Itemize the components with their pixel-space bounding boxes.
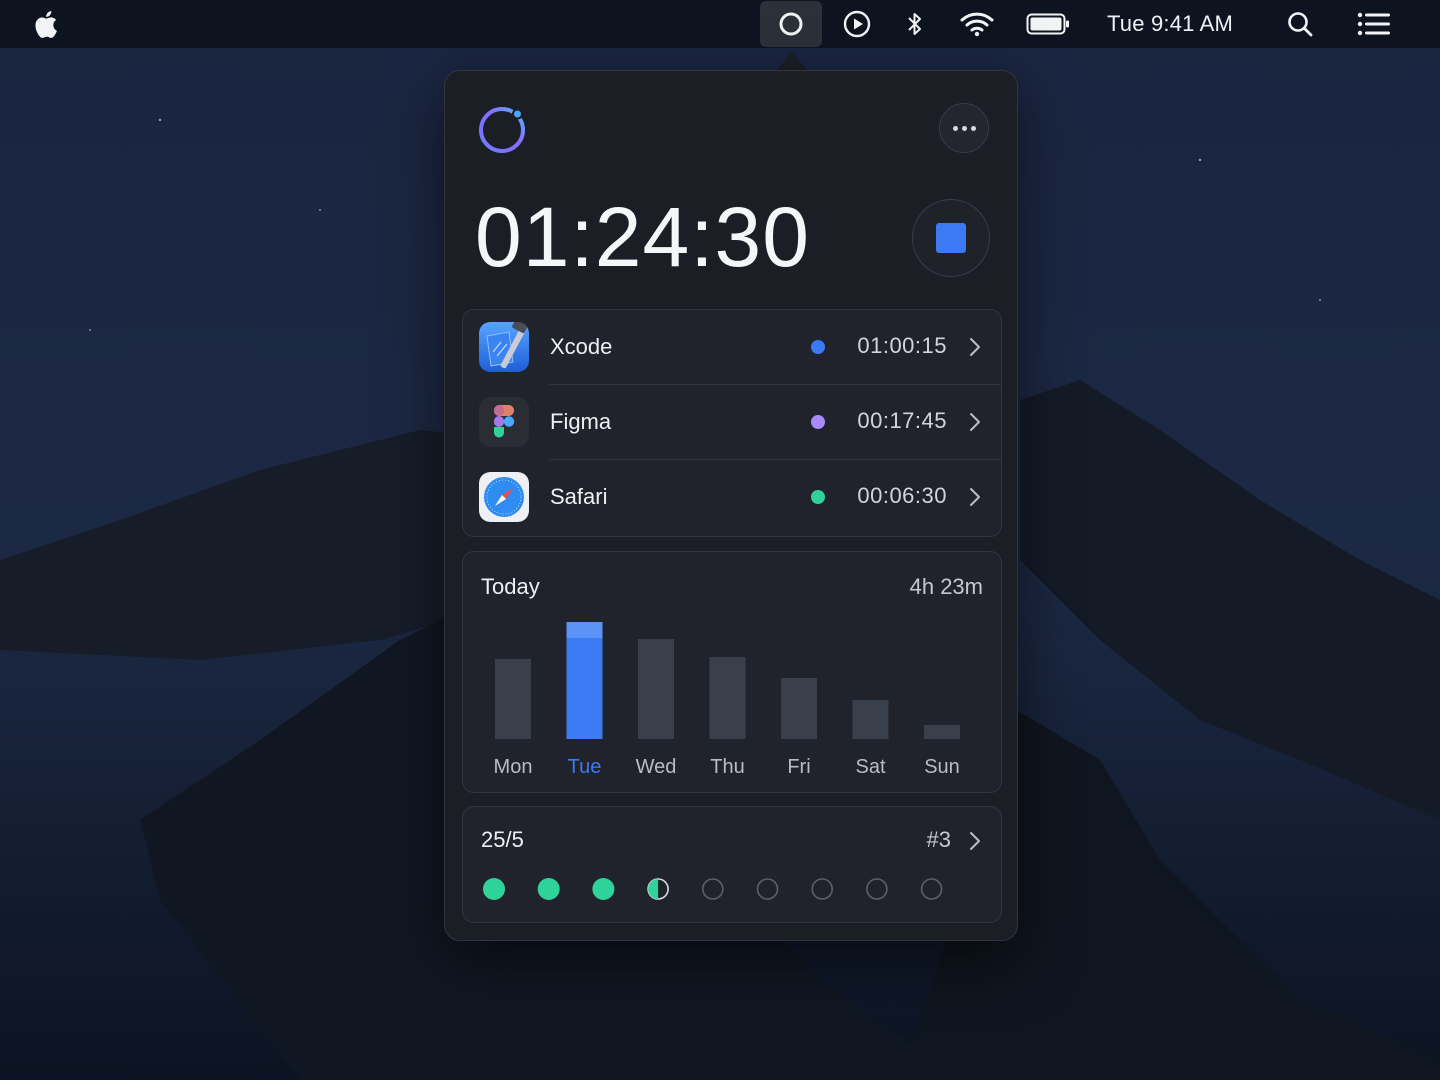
elapsed-timer: 01:24:30 [475,190,810,284]
day-label-wed: Wed [636,756,677,778]
bar-highlight-cap [566,622,603,638]
bar-mon[interactable] [495,659,531,739]
pomodoro-dot-half-fill [648,879,659,899]
app-color-dot [811,340,825,354]
stop-button[interactable] [912,199,990,277]
app-time: 00:17:45 [857,408,947,433]
bluetooth-icon[interactable] [900,0,930,48]
popover-caret [776,52,808,71]
menu-bar: Tue 9:41 AM [0,0,1440,48]
pomodoro-session: #3 [926,827,951,852]
day-label-tue: Tue [568,756,602,778]
pomodoro-dot-complete [537,878,560,900]
search-icon[interactable] [1284,0,1316,48]
app-time: 00:06:30 [857,483,947,508]
list-icon[interactable] [1356,0,1392,48]
safari-icon [479,472,529,522]
chevron-right-icon [969,831,981,856]
bar-fri[interactable] [781,678,817,739]
pomodoro-progress [483,878,943,900]
app-color-dot [811,490,825,504]
bar-thu[interactable] [709,657,746,739]
app-row-xcode[interactable]: Xcode 01:00:15 [463,310,1001,385]
day-label-mon: Mon [494,756,533,778]
day-label-sat: Sat [855,756,885,778]
pomodoro-dot-pending [866,878,888,900]
stop-icon [936,223,966,253]
app-color-dot [811,415,825,429]
apple-icon[interactable] [28,0,62,48]
app-logo-icon [475,101,531,162]
app-row-safari[interactable]: Safari 00:06:30 [463,460,1001,535]
app-time: 01:00:15 [857,333,947,358]
weekly-bar-chart: Mon Tue Wed Thu Fri Sat Sun [494,622,960,778]
timer-popover: 01:24:30 Xcode 01:00:15 Figma 00:17:45 S… [444,70,1018,941]
more-dot [952,125,958,131]
pomodoro-dot-complete [592,878,615,900]
figma-icon [479,397,529,447]
bar-tue[interactable] [566,622,603,739]
chevron-right-icon [969,412,981,437]
app-usage-list: Xcode 01:00:15 Figma 00:17:45 Safari 00:… [462,309,1002,537]
pomodoro-interval: 25/5 [481,827,524,852]
bar-wed[interactable] [638,639,674,739]
day-label-sun: Sun [924,756,960,778]
weekly-usage-card[interactable]: Today 4h 23m Mon Tue Wed Thu Fri Sat Sun [462,551,1002,793]
menu-bar-clock[interactable]: Tue 9:41 AM [1100,0,1240,48]
app-name: Safari [550,484,608,509]
more-dot [961,125,967,131]
battery-icon[interactable] [1024,0,1072,48]
chevron-right-icon [969,337,981,362]
play-circle-icon[interactable] [838,0,876,48]
xcode-icon [479,322,529,372]
bar-sun[interactable] [924,725,960,739]
more-options-button[interactable] [939,103,989,153]
pomodoro-dot-pending [756,878,779,900]
pomodoro-dot-pending [811,878,834,900]
app-name: Figma [550,409,612,434]
chevron-right-icon [969,487,981,512]
more-dot [970,125,976,131]
day-label-thu: Thu [710,756,744,778]
timer-app-icon[interactable] [760,1,822,47]
pomodoro-dot-complete [483,878,505,900]
pomodoro-dot-pending [702,878,724,900]
pomodoro-card[interactable]: 25/5 #3 [462,806,1002,923]
wifi-icon[interactable] [956,0,998,48]
bar-sat[interactable] [852,700,889,739]
pomodoro-dot-pending [920,878,943,900]
app-name: Xcode [550,334,613,359]
app-row-figma[interactable]: Figma 00:17:45 [463,385,1001,460]
day-label-fri: Fri [787,756,810,778]
